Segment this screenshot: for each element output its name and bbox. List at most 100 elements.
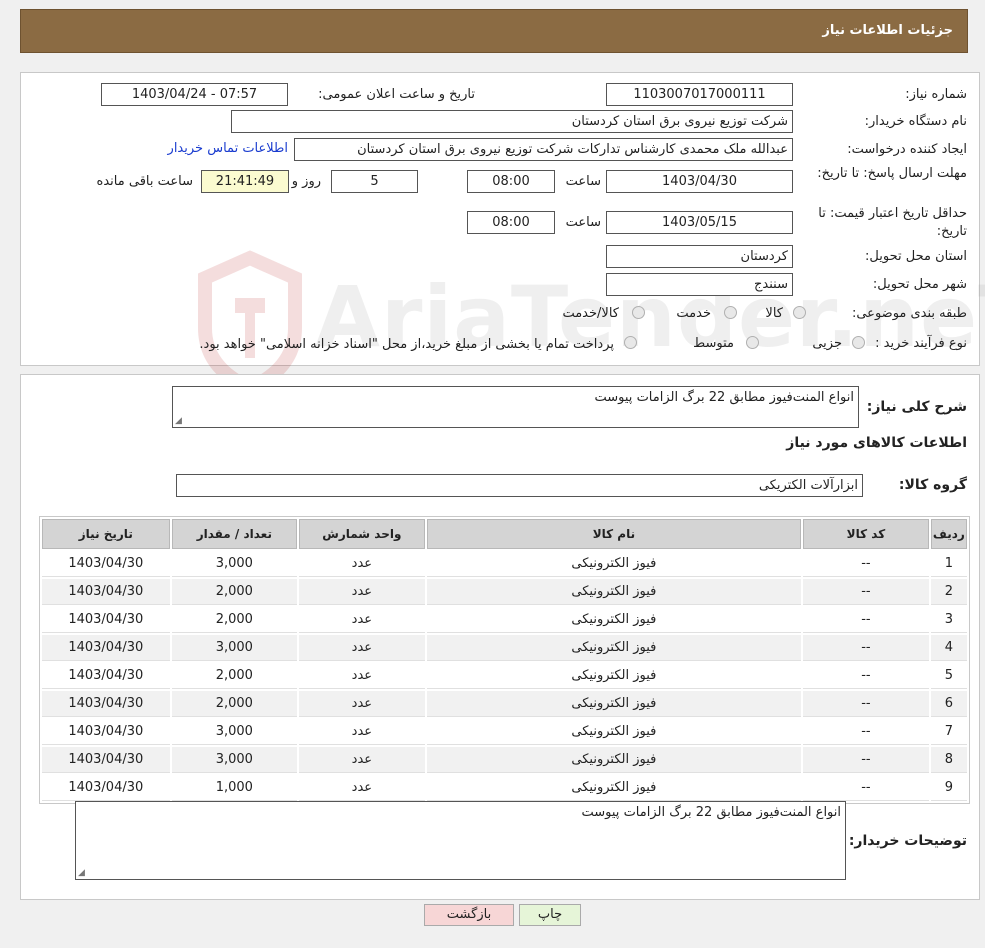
item-code-cell: -- [803,719,929,745]
remaining-time-field: 21:41:49 [201,170,289,193]
items-table-body: 1 -- فیوز الکترونیکی عدد 3,000 1403/04/30 2 -- ف… [42,551,967,801]
quantity-cell: 2,000 [171,663,298,689]
reply-date-field[interactable]: 1403/04/30 [606,170,793,193]
resize-grip-icon[interactable]: ◢ [78,868,85,878]
table-row[interactable]: 9 -- فیوز الکترونیکی عدد 1,000 1403/04/30 [42,775,967,801]
item-name-cell: فیوز الکترونیکی [426,635,802,661]
quantity-cell: 2,000 [171,607,298,633]
unit-cell: عدد [299,607,425,633]
need-number-field[interactable]: 1103007017000111 [606,83,793,106]
treasury-checkbox[interactable] [624,336,637,349]
row-number-cell: 2 [930,579,967,605]
purchase-medium-radio[interactable] [746,336,759,349]
summary-field[interactable]: انواع المنت‌فیوز مطابق 22 برگ الزامات پی… [172,386,859,428]
buyer-org-field[interactable]: شرکت توزیع نیروی برق استان کردستان [231,110,793,133]
days-field[interactable]: 5 [331,170,418,193]
quantity-cell: 2,000 [171,579,298,605]
back-button[interactable]: بازگشت [424,904,514,926]
need-date-cell: 1403/04/30 [42,747,170,773]
summary-text: انواع المنت‌فیوز مطابق 22 برگ الزامات پی… [594,390,854,405]
unit-cell: عدد [299,719,425,745]
row-number-cell: 9 [930,775,967,801]
item-name-cell: فیوز الکترونیکی [426,579,802,605]
announce-field[interactable]: 1403/04/24 - 07:57 [101,83,288,106]
unit-cell: عدد [299,775,425,801]
reply-time-field[interactable]: 08:00 [467,170,555,193]
item-code-cell: -- [803,579,929,605]
item-name-cell: فیوز الکترونیکی [426,607,802,633]
resize-grip-icon[interactable]: ◢ [175,416,182,426]
col-code-header: کد کالا [803,519,929,549]
items-table-wrapper: ردیف کد کالا نام کالا واحد شمارش تعداد /… [39,516,970,804]
quantity-cell: 3,000 [171,747,298,773]
col-date-header: تاریخ نیاز [42,519,170,549]
table-row[interactable]: 2 -- فیوز الکترونیکی عدد 2,000 1403/04/30 [42,579,967,605]
buyer-notes-field[interactable]: انواع المنت‌فیوز مطابق 22 برگ الزامات پی… [75,801,846,880]
need-date-cell: 1403/04/30 [42,635,170,661]
category-label: طبقه بندی موضوعی: [851,306,967,321]
unit-cell: عدد [299,635,425,661]
unit-cell: عدد [299,551,425,577]
purchase-partial-radio[interactable] [852,336,865,349]
need-date-cell: 1403/04/30 [42,607,170,633]
table-row[interactable]: 6 -- فیوز الکترونیکی عدد 2,000 1403/04/30 [42,691,967,717]
table-row[interactable]: 5 -- فیوز الکترونیکی عدد 2,000 1403/04/30 [42,663,967,689]
need-date-cell: 1403/04/30 [42,579,170,605]
reply-deadline-label: مهلت ارسال پاسخ: تا تاریخ: [817,166,967,181]
buyer-notes-text: انواع المنت‌فیوز مطابق 22 برگ الزامات پی… [581,805,841,820]
category-goods-service-radio[interactable] [632,306,645,319]
quantity-cell: 3,000 [171,719,298,745]
creator-field[interactable]: عبدالله ملک محمدی کارشناس تدارکات شرکت ت… [294,138,793,161]
purchase-medium-label: متوسط [693,336,734,351]
validity-date-field[interactable]: 1403/05/15 [606,211,793,234]
city-field[interactable]: سنندج [606,273,793,296]
purchase-note: پرداخت تمام یا بخشی از مبلغ خرید،از محل … [199,337,614,352]
row-number-cell: 7 [930,719,967,745]
print-button[interactable]: چاپ [519,904,581,926]
price-validity-label: حداقل تاریخ اعتبار قیمت: تا تاریخ: [818,206,967,239]
validity-time-field[interactable]: 08:00 [467,211,555,234]
validity-time-label: ساعت [565,215,601,230]
province-label: استان محل تحویل: [865,249,967,264]
table-row[interactable]: 4 -- فیوز الکترونیکی عدد 3,000 1403/04/30 [42,635,967,661]
item-name-cell: فیوز الکترونیکی [426,719,802,745]
need-date-cell: 1403/04/30 [42,775,170,801]
table-row[interactable]: 3 -- فیوز الکترونیکی عدد 2,000 1403/04/30 [42,607,967,633]
table-row[interactable]: 1 -- فیوز الکترونیکی عدد 3,000 1403/04/30 [42,551,967,577]
city-label: شهر محل تحویل: [872,277,967,292]
buyer-contact-link[interactable]: اطلاعات تماس خریدار [168,141,288,156]
unit-cell: عدد [299,691,425,717]
item-code-cell: -- [803,691,929,717]
quantity-cell: 2,000 [171,691,298,717]
need-date-cell: 1403/04/30 [42,663,170,689]
buyer-notes-label: توضیحات خریدار: [848,833,967,849]
table-row[interactable]: 8 -- فیوز الکترونیکی عدد 3,000 1403/04/30 [42,747,967,773]
buyer-org-label: نام دستگاه خریدار: [864,114,967,129]
col-row-header: ردیف [930,519,967,549]
category-goods-service-label: کالا/خدمت [562,306,619,321]
item-name-cell: فیوز الکترونیکی [426,691,802,717]
table-row[interactable]: 7 -- فیوز الکترونیکی عدد 3,000 1403/04/30 [42,719,967,745]
quantity-cell: 3,000 [171,635,298,661]
item-code-cell: -- [803,551,929,577]
item-code-cell: -- [803,747,929,773]
category-goods-radio[interactable] [793,306,806,319]
purchase-partial-label: جزیی [812,336,842,351]
category-service-radio[interactable] [724,306,737,319]
province-field[interactable]: کردستان [606,245,793,268]
row-number-cell: 6 [930,691,967,717]
table-header-row: ردیف کد کالا نام کالا واحد شمارش تعداد /… [42,519,967,549]
group-field[interactable]: ابزارآلات الکتریکی [176,474,863,497]
category-goods-label: کالا [765,306,783,321]
need-date-cell: 1403/04/30 [42,551,170,577]
unit-cell: عدد [299,663,425,689]
item-code-cell: -- [803,775,929,801]
announce-label: تاریخ و ساعت اعلان عمومی: [318,87,475,102]
item-name-cell: فیوز الکترونیکی [426,551,802,577]
days-label: روز و [291,174,321,189]
unit-cell: عدد [299,579,425,605]
purchase-type-label: نوع فرآیند خرید : [875,336,967,351]
category-service-label: خدمت [676,306,711,321]
need-date-cell: 1403/04/30 [42,719,170,745]
quantity-cell: 1,000 [171,775,298,801]
